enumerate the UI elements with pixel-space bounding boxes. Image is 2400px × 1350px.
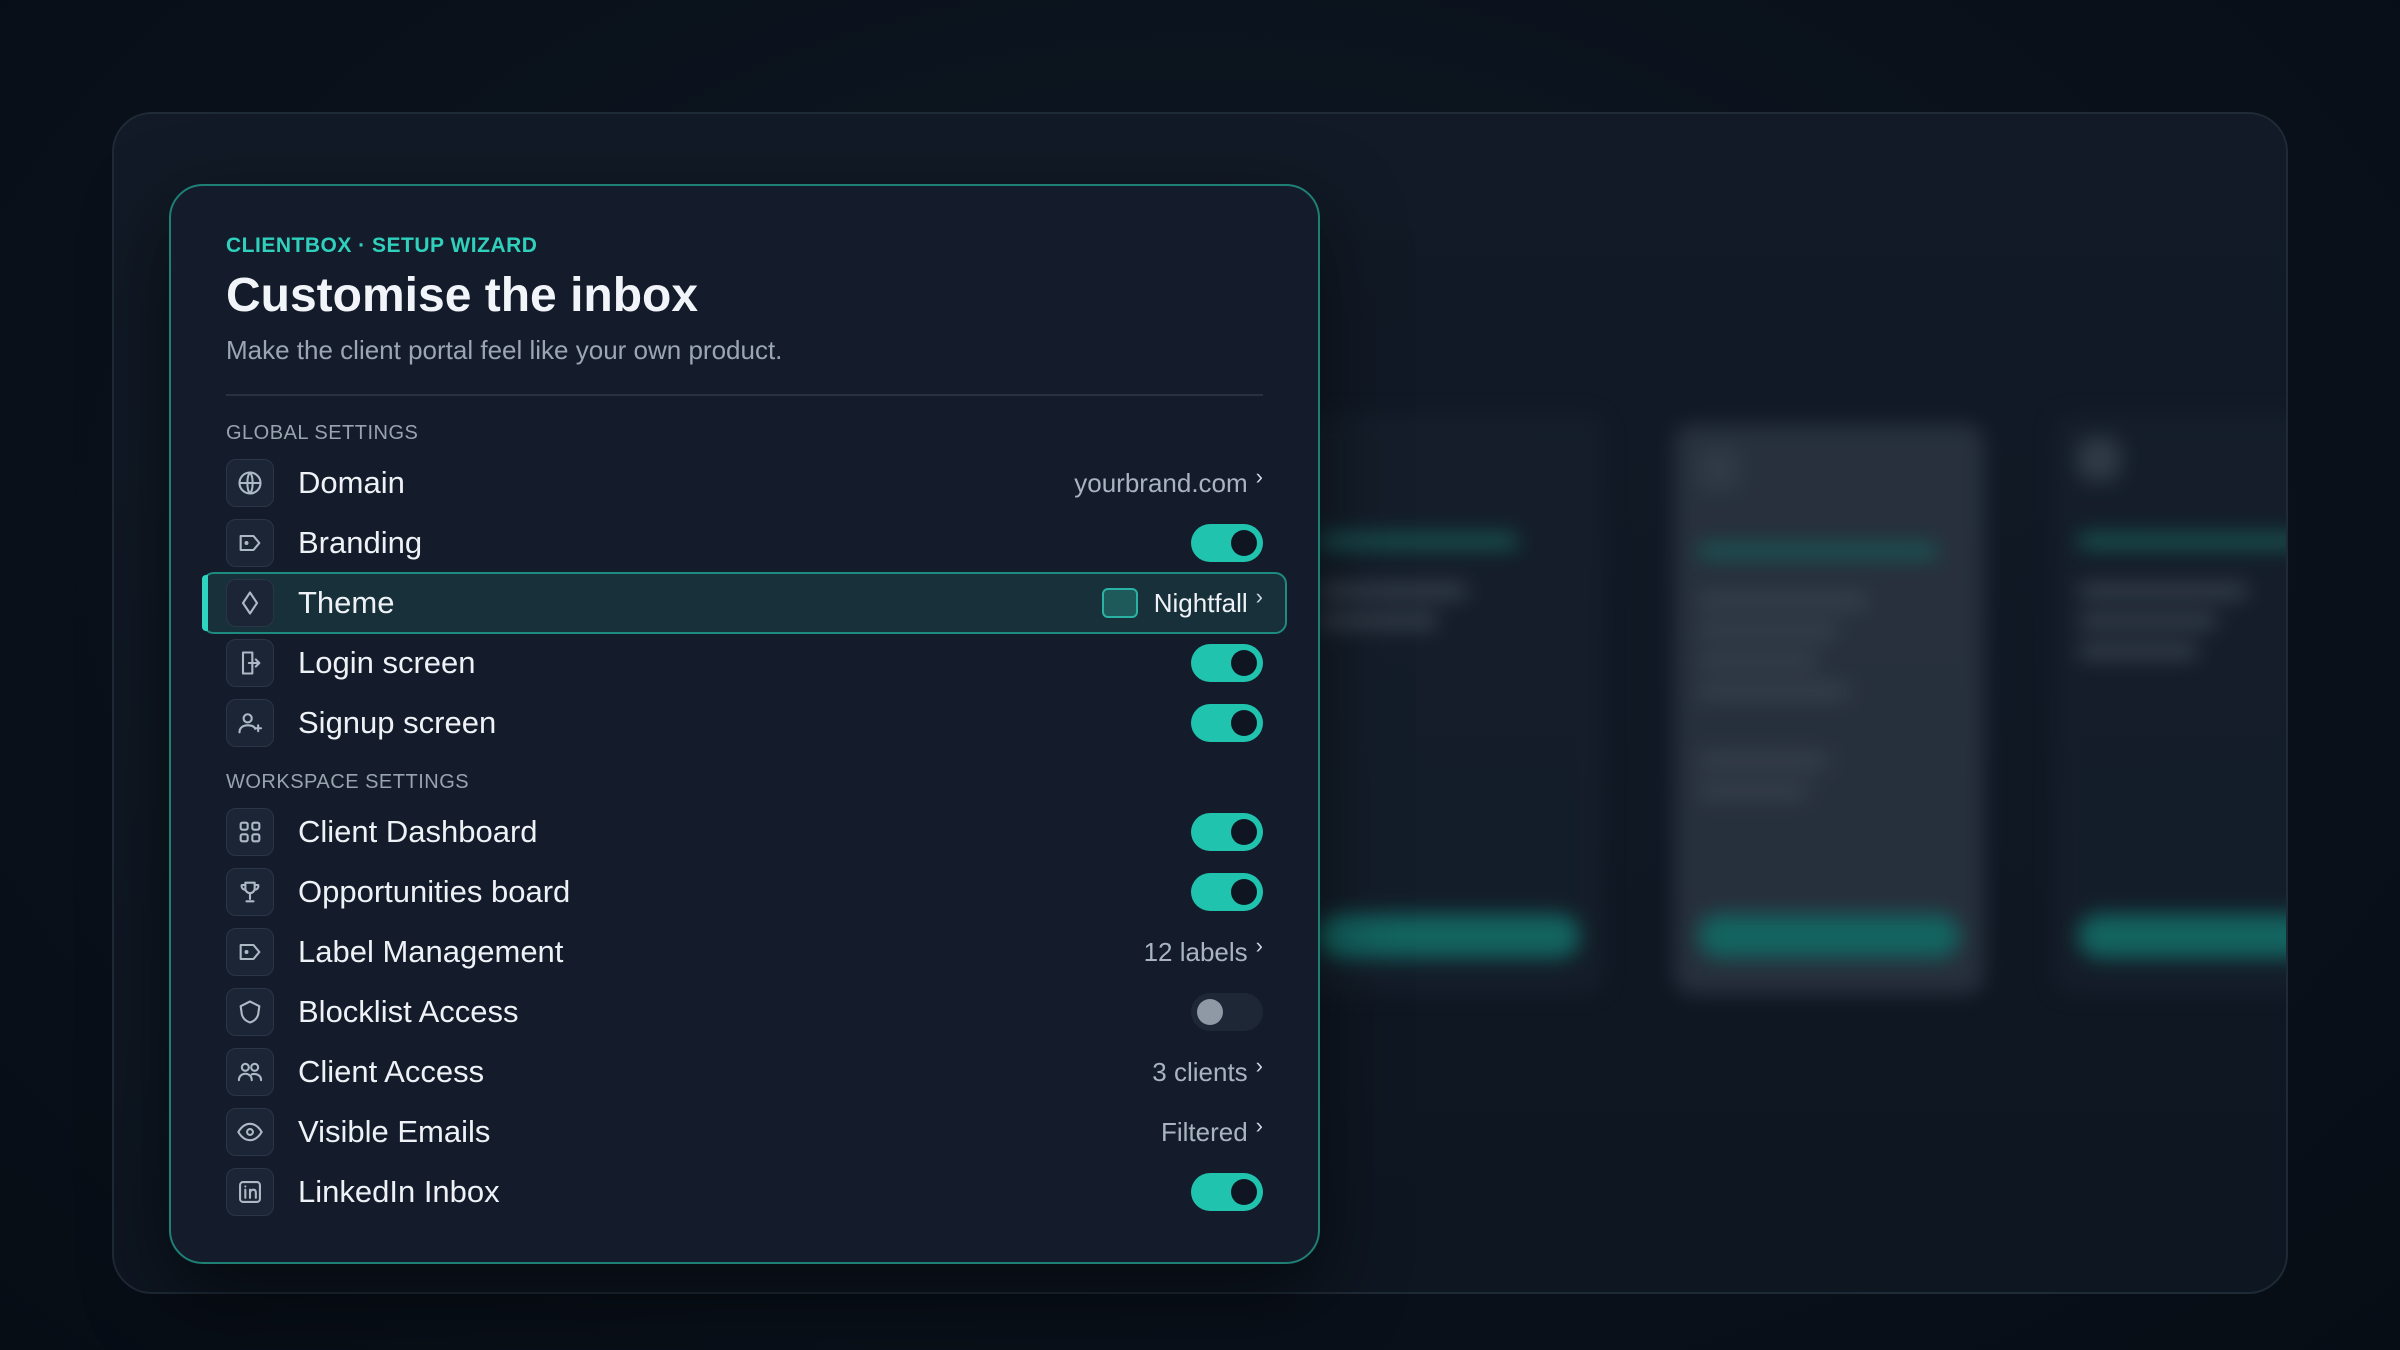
setting-row-branding: Branding [226, 513, 1263, 573]
settings-panel: CLIENTBOX · SETUP WIZARD Customise the i… [169, 184, 1320, 1264]
setting-label: Blocklist Access [298, 994, 519, 1029]
linkedin-inbox-toggle[interactable] [1191, 1173, 1263, 1211]
branding-toggle[interactable] [1191, 524, 1263, 562]
setting-row-visible-emails[interactable]: Visible Emails Filtered › [226, 1102, 1263, 1162]
setting-row-linkedin-inbox: LinkedIn Inbox [226, 1162, 1263, 1222]
setting-label: Branding [298, 525, 423, 560]
chevron-right-icon: › [1255, 464, 1263, 489]
signup-screen-toggle[interactable] [1191, 704, 1263, 742]
globe-icon [226, 459, 274, 507]
setting-row-client-access[interactable]: Client Access 3 clients › [226, 1042, 1263, 1102]
setting-label: Theme [298, 585, 395, 620]
chevron-right-icon: › [1255, 1113, 1263, 1138]
linkedin-icon [226, 1168, 274, 1216]
setting-label: Signup screen [298, 705, 497, 740]
login-screen-toggle[interactable] [1191, 644, 1263, 682]
section-label-global: GLOBAL SETTINGS [226, 422, 419, 444]
setting-value: 12 labels › [1143, 933, 1263, 967]
tag-icon [226, 519, 274, 567]
setting-label: Client Dashboard [298, 814, 538, 849]
blurred-preview-cards [1294, 294, 2286, 1054]
setting-label: Login screen [298, 645, 476, 680]
divider [226, 394, 1263, 396]
setting-row-opportunities: Opportunities board [226, 862, 1263, 922]
page-title: Customise the inbox [226, 269, 699, 322]
setting-value: Filtered › [1160, 1113, 1263, 1147]
setting-label: Domain [298, 465, 405, 500]
user-plus-icon [226, 699, 274, 747]
users-icon [226, 1048, 274, 1096]
setting-label: Label Management [298, 934, 564, 969]
setting-label: Visible Emails [298, 1114, 491, 1149]
page-subtitle: Make the client portal feel like your ow… [226, 335, 783, 365]
wizard-eyebrow: CLIENTBOX · SETUP WIZARD [226, 234, 538, 257]
setting-label: Client Access [298, 1054, 485, 1089]
chevron-right-icon: › [1255, 933, 1263, 958]
opportunities-board-toggle[interactable] [1191, 873, 1263, 911]
setting-row-login: Login screen [226, 633, 1263, 693]
login-icon [226, 639, 274, 687]
trophy-icon [226, 868, 274, 916]
grid-icon [226, 808, 274, 856]
client-dashboard-toggle[interactable] [1191, 813, 1263, 851]
preview-card [2054, 414, 2286, 994]
setting-value: 3 clients › [1152, 1053, 1263, 1087]
theme-swatch [1101, 588, 1138, 618]
setting-row-domain[interactable]: Domain yourbrand.com › [226, 453, 1263, 513]
eye-icon [226, 1108, 274, 1156]
chevron-right-icon: › [1255, 584, 1263, 609]
blocklist-access-toggle[interactable] [1191, 993, 1263, 1031]
setting-row-signup: Signup screen [226, 693, 1263, 753]
shield-icon [226, 988, 274, 1036]
setting-label: LinkedIn Inbox [298, 1174, 500, 1209]
preview-card-selected [1674, 424, 1984, 994]
setting-row-theme[interactable]: Theme Nightfall › [202, 572, 1287, 634]
diamond-icon [226, 579, 274, 627]
setting-row-label-management[interactable]: Label Management 12 labels › [226, 922, 1263, 982]
setting-row-blocklist: Blocklist Access [226, 982, 1263, 1042]
setting-row-client-dashboard: Client Dashboard [226, 802, 1263, 862]
section-label-workspace: WORKSPACE SETTINGS [226, 771, 470, 793]
preview-card [1294, 414, 1604, 994]
setting-value: Nightfall › [1101, 584, 1263, 619]
setting-value: yourbrand.com › [1074, 464, 1263, 498]
setting-label: Opportunities board [298, 874, 571, 909]
chevron-right-icon: › [1255, 1053, 1263, 1078]
tag-icon [226, 928, 274, 976]
